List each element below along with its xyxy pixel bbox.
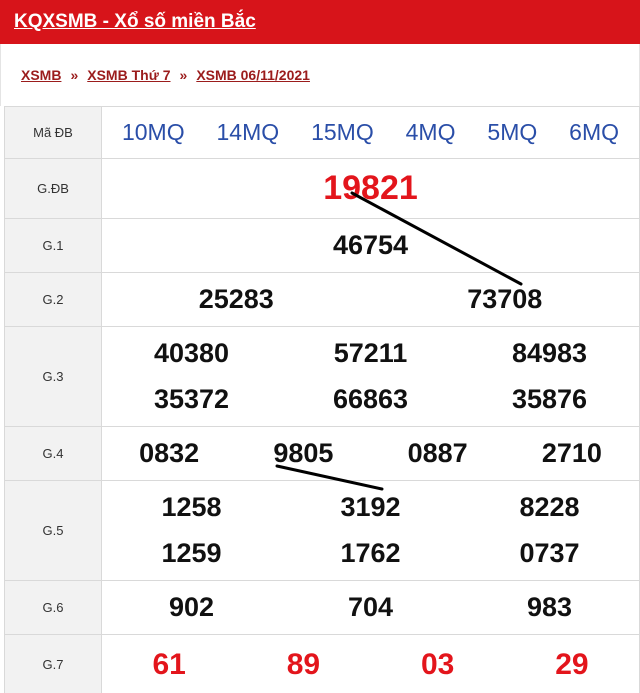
prize-number: 89	[286, 647, 321, 681]
breadcrumb-separator: »	[70, 67, 79, 83]
prize-number: 902	[168, 592, 215, 622]
breadcrumb: XSMB » XSMB Thứ 7 » XSMB 06/11/2021	[0, 44, 640, 106]
prize-number: 03	[420, 647, 455, 681]
prize-number: 2710	[541, 438, 602, 468]
table-row-gdb: G.ĐB 19821	[4, 158, 640, 219]
prize-label: G.1	[4, 218, 102, 273]
table-row-g7: G.7 61 89 03 29	[4, 634, 640, 693]
table-row-g1: G.1 46754	[4, 218, 640, 273]
table-row-g5: G.5 1258 3192 8228 1259 1762 0737	[4, 480, 640, 581]
table-row-g2: G.2 25283 73708	[4, 272, 640, 327]
prize-label: G.3	[4, 326, 102, 427]
breadcrumb-separator: »	[179, 67, 188, 83]
prize-number: 35876	[511, 384, 588, 414]
prize-label: Mã ĐB	[4, 106, 102, 159]
prize-number: 9805	[273, 438, 334, 468]
prize-number: 704	[347, 592, 394, 622]
prize-number: 0887	[407, 438, 468, 468]
prize-number: 29	[555, 647, 589, 681]
breadcrumb-xsmb-thu7[interactable]: XSMB Thứ 7	[87, 67, 170, 83]
ma-db-code: 15MQ	[311, 119, 374, 145]
ma-db-code: 4MQ	[405, 119, 456, 145]
header-title-link[interactable]: KQXSMB - Xổ số miền Bắc	[14, 11, 256, 33]
prize-number: 46754	[332, 230, 409, 260]
table-row-ma-db: Mã ĐB 10MQ 14MQ 15MQ 4MQ 5MQ 6MQ	[4, 106, 640, 159]
prize-number: 35372	[153, 384, 230, 414]
prize-number: 25283	[198, 284, 274, 314]
prize-number: 0832	[139, 438, 200, 468]
prize-number: 8228	[519, 492, 580, 522]
prize-number: 0737	[519, 538, 580, 568]
prize-number: 983	[526, 592, 573, 622]
prize-label: G.ĐB	[4, 158, 102, 219]
ma-db-code: 10MQ	[121, 119, 185, 145]
special-prize-number: 19821	[323, 169, 418, 207]
ma-db-code: 5MQ	[487, 119, 538, 145]
ma-db-code: 14MQ	[216, 119, 280, 145]
prize-number: 1259	[161, 538, 222, 568]
prize-label: G.4	[4, 426, 102, 481]
prize-number: 57211	[333, 338, 408, 368]
breadcrumb-xsmb[interactable]: XSMB	[21, 67, 61, 83]
prize-number: 73708	[467, 284, 543, 314]
page-header: KQXSMB - Xổ số miền Bắc	[0, 0, 640, 44]
prize-number: 66863	[332, 384, 409, 414]
prize-label: G.5	[4, 480, 102, 581]
table-row-g4: G.4 0832 9805 0887 2710	[4, 426, 640, 481]
prize-number: 1258	[161, 492, 222, 522]
prize-label: G.6	[4, 580, 102, 635]
prize-number: 1762	[340, 538, 401, 568]
table-row-g3: G.3 40380 57211 84983 35372 66863 35876	[4, 326, 640, 427]
prize-number: 3192	[340, 492, 401, 522]
table-row-g6: G.6 902 704 983	[4, 580, 640, 635]
prize-label: G.2	[4, 272, 102, 327]
ma-db-codes: 10MQ 14MQ 15MQ 4MQ 5MQ 6MQ	[102, 119, 639, 146]
prize-label: G.7	[4, 634, 102, 693]
prize-number: 84983	[511, 338, 588, 368]
prize-number: 40380	[153, 338, 230, 368]
ma-db-code: 6MQ	[569, 119, 620, 145]
results-table: Mã ĐB 10MQ 14MQ 15MQ 4MQ 5MQ 6MQ G.ĐB 19…	[4, 106, 640, 693]
prize-number: 61	[152, 647, 186, 681]
breadcrumb-xsmb-date[interactable]: XSMB 06/11/2021	[196, 67, 310, 83]
